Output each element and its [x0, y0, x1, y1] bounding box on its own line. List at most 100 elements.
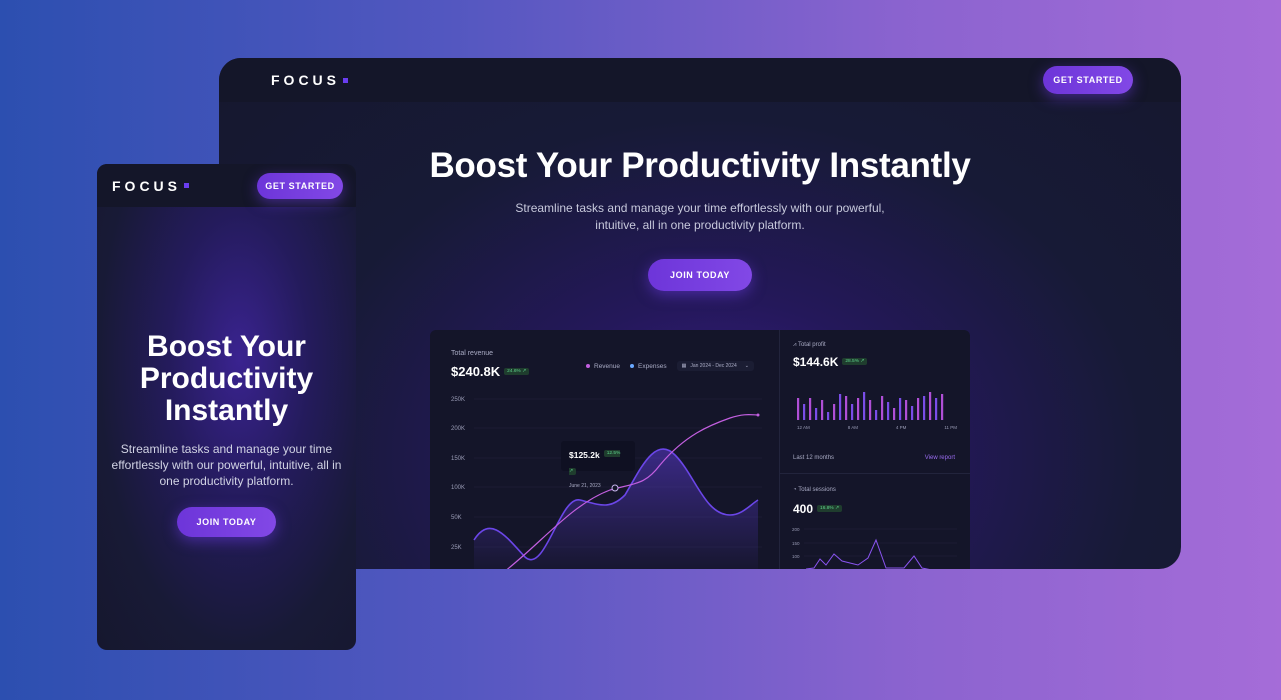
y-tick: 200: [792, 527, 800, 532]
profit-bar: [923, 396, 926, 420]
revenue-change-badge: 24.6% ↗: [504, 368, 530, 376]
legend-expenses[interactable]: Expenses: [630, 363, 667, 370]
date-range-label: Jan 2024 - Dec 2024: [690, 363, 737, 369]
mobile-get-started-button[interactable]: GET STARTED: [257, 172, 343, 199]
profit-bar: [845, 396, 848, 420]
legend-revenue-label: Revenue: [594, 362, 621, 370]
revenue-value: $240.8K: [451, 364, 501, 379]
y-tick: 100K: [451, 485, 465, 491]
desktop-mockup: FOCUS GET STARTED Boost Your Productivit…: [219, 58, 1181, 569]
profit-bar: [833, 404, 836, 420]
logo-text: FOCUS: [112, 177, 181, 194]
profit-bar: [869, 400, 872, 420]
sessions-line: [805, 538, 930, 569]
profit-bar: [797, 398, 800, 420]
profit-bar: [857, 398, 860, 420]
desktop-navbar: FOCUS GET STARTED: [219, 58, 1181, 102]
sessions-label-row: ◔ Total sessions: [793, 487, 836, 493]
desktop-hero-title: Boost Your Productivity Instantly: [429, 146, 971, 185]
legend-revenue-dot-icon: [586, 364, 590, 368]
title-line: Boost Your: [147, 330, 306, 363]
x-tick: 4 PM: [895, 425, 907, 430]
mobile-navbar: FOCUS GET STARTED: [97, 164, 356, 207]
calendar-icon: ▦: [681, 363, 687, 369]
profit-value: $144.6K: [793, 355, 839, 369]
mobile-join-today-button[interactable]: JOIN TODAY: [177, 507, 276, 537]
date-range-select[interactable]: ▦ Jan 2024 - Dec 2024 ⌄: [676, 361, 754, 371]
profit-bar: [929, 392, 932, 420]
revenue-legend: Revenue Expenses ▦ Jan 2024 - Dec 2024 ⌄: [586, 361, 754, 371]
profit-bar: [899, 398, 902, 420]
profit-bar: [941, 394, 944, 420]
chart-tooltip: $125.2k 12.5% ↗ June 21, 2023: [561, 441, 635, 489]
dashboard-preview: Total revenue $240.8K 24.6% ↗ Revenue Exp…: [430, 330, 970, 569]
profit-x-axis: 12 AM 8 AM 4 PM 11 PM: [797, 425, 957, 430]
desktop-get-started-button[interactable]: GET STARTED: [1043, 66, 1133, 94]
revenue-end-point: [756, 413, 760, 417]
y-tick: 50K: [451, 515, 462, 521]
last-12-months-label: Last 12 months: [793, 455, 835, 461]
profit-bar: [875, 410, 878, 420]
desktop-join-today-button[interactable]: JOIN TODAY: [648, 259, 752, 291]
y-tick: 150K: [451, 456, 465, 462]
y-tick: 25K: [451, 545, 462, 551]
y-tick: 150: [792, 541, 800, 546]
profit-label-row: ⩘ Total profit: [793, 342, 826, 349]
title-line: Productivity: [139, 362, 314, 395]
x-tick: 12 AM: [797, 425, 810, 430]
profit-bar: [851, 404, 854, 420]
profit-bar: [887, 402, 890, 420]
profit-bar: [839, 394, 842, 420]
panel-divider: [780, 473, 970, 474]
mobile-hero: Boost Your Productivity Instantly Stream…: [97, 207, 356, 537]
revenue-panel: Total revenue $240.8K 24.6% ↗ Revenue Exp…: [430, 330, 778, 569]
tooltip-value: $125.2k: [569, 450, 600, 460]
profit-bar: [881, 396, 884, 420]
profit-label: Total profit: [797, 342, 826, 348]
legend-expenses-dot-icon: [630, 364, 635, 368]
clock-icon: ◔: [793, 487, 797, 493]
revenue-label: Total revenue: [451, 350, 494, 357]
mobile-logo[interactable]: FOCUS: [112, 178, 189, 194]
logo-dot-icon: [184, 183, 189, 188]
legend-revenue[interactable]: Revenue: [586, 363, 620, 370]
profit-bar: [905, 400, 908, 420]
profit-change-badge: 28.5% ↗: [842, 358, 868, 366]
profit-bar: [803, 404, 806, 420]
profit-bar: [827, 412, 830, 420]
profit-bar: [809, 398, 812, 420]
sessions-label: Total sessions: [798, 487, 836, 493]
profit-footer: Last 12 months View report: [793, 455, 955, 461]
mobile-mockup: FOCUS GET STARTED Boost Your Productivit…: [97, 164, 356, 650]
profit-bar: [815, 408, 818, 420]
sessions-value: 400: [793, 502, 814, 516]
mobile-hero-subtitle: Streamline tasks and manage your time ef…: [111, 442, 342, 488]
profit-bar: [893, 408, 896, 420]
legend-expenses-label: Expenses: [638, 362, 667, 370]
chevron-down-icon: ⌄: [744, 363, 749, 369]
side-stats-panel: ⩘ Total profit $144.6K 28.5% ↗ 12 AM 8 AM…: [779, 330, 970, 569]
y-tick: 250K: [451, 397, 465, 403]
y-tick: 100: [792, 554, 800, 559]
profit-bar: [935, 398, 938, 420]
title-line: Instantly: [164, 394, 289, 427]
tooltip-date: June 21, 2023: [569, 483, 601, 489]
trend-chart-icon: ⩘: [793, 342, 797, 348]
y-tick: 200K: [451, 426, 465, 432]
profit-bar: [911, 406, 914, 420]
desktop-logo[interactable]: FOCUS: [271, 72, 348, 88]
sessions-change-badge: 16.8% ↗: [817, 505, 842, 513]
logo-dot-icon: [343, 77, 348, 83]
mobile-hero-title: Boost Your Productivity Instantly: [97, 331, 356, 427]
profit-bar: [821, 400, 824, 420]
x-tick: 11 PM: [944, 425, 957, 430]
desktop-hero-subtitle: Streamline tasks and manage your time ef…: [515, 201, 885, 232]
y-axis-ticks: 250K 200K 150K 100K 50K 25K: [451, 397, 465, 551]
x-tick: 8 AM: [847, 425, 858, 430]
view-report-link[interactable]: View report: [925, 455, 955, 461]
logo-text: FOCUS: [271, 72, 340, 88]
sessions-line-chart: 200 150 100: [792, 527, 957, 569]
profit-bar: [917, 398, 920, 420]
profit-bar: [863, 392, 866, 420]
desktop-hero: Boost Your Productivity Instantly Stream…: [219, 102, 1181, 291]
